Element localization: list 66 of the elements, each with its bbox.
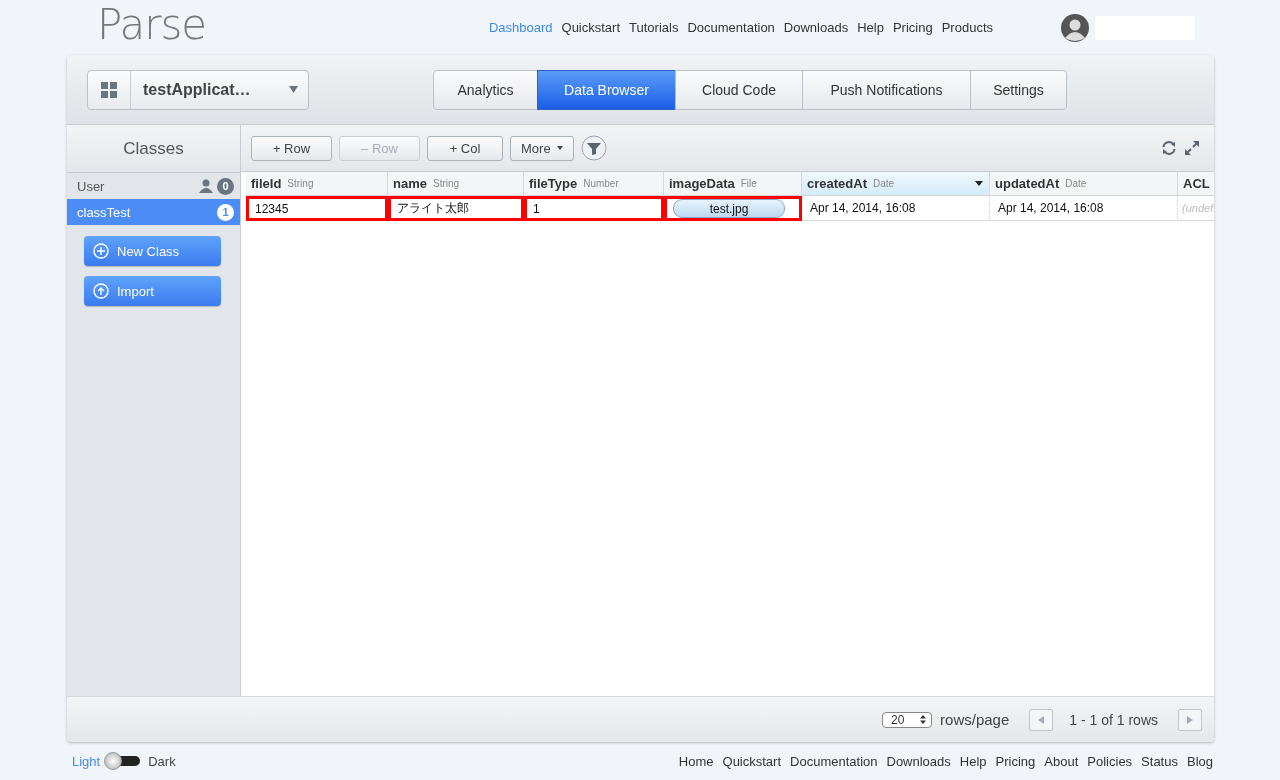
footer-link[interactable]: Downloads bbox=[886, 753, 951, 769]
plus-circle-icon bbox=[93, 243, 109, 259]
table-cell: 1 bbox=[524, 196, 664, 221]
tab[interactable]: Push Notifications bbox=[802, 69, 971, 110]
tab[interactable]: Data Browser bbox=[537, 69, 676, 110]
row-range: 1 - 1 of 1 rows bbox=[1069, 711, 1158, 728]
caret-icon bbox=[289, 86, 298, 93]
class-item[interactable]: User 0 bbox=[67, 173, 240, 199]
count-badge: 0 bbox=[217, 177, 234, 195]
refresh-icon[interactable] bbox=[1161, 140, 1177, 156]
column-header[interactable]: fileId String bbox=[246, 172, 388, 196]
left-triangle-icon bbox=[1038, 715, 1045, 724]
tab[interactable]: Analytics bbox=[433, 69, 538, 110]
nav-link[interactable]: Help bbox=[857, 20, 884, 35]
class-name: User bbox=[77, 178, 105, 194]
footer-link[interactable]: Home bbox=[678, 753, 714, 769]
theme-switch[interactable] bbox=[104, 752, 141, 770]
file-link[interactable]: test.jpg bbox=[673, 199, 785, 218]
table-cell: アライト太郎 bbox=[388, 196, 524, 221]
theme-option[interactable]: Dark bbox=[148, 753, 176, 769]
right-triangle-icon bbox=[1187, 715, 1193, 724]
table-cell: 12345 bbox=[246, 196, 388, 221]
expand-icon[interactable] bbox=[1184, 140, 1200, 156]
toolbar-button[interactable]: + Row bbox=[251, 135, 332, 161]
footer-link[interactable]: Help bbox=[959, 753, 987, 769]
classes-heading: Classes bbox=[67, 125, 240, 173]
nav-link[interactable]: Tutorials bbox=[629, 20, 679, 35]
toolbar-button[interactable]: More bbox=[510, 135, 574, 161]
table-cell: (undef bbox=[1178, 196, 1214, 221]
nav-link[interactable]: Downloads bbox=[783, 20, 849, 35]
column-header[interactable]: imageData File bbox=[664, 172, 802, 196]
nav-link[interactable]: Pricing bbox=[892, 20, 933, 35]
footer-link[interactable]: About bbox=[1044, 753, 1079, 769]
nav-link[interactable]: Quickstart bbox=[561, 20, 621, 35]
caret-icon bbox=[556, 146, 563, 150]
parse-logo[interactable]: Parse bbox=[97, 3, 207, 46]
tab[interactable]: Settings bbox=[970, 69, 1067, 110]
table-cell: Apr 14, 2014, 16:08 bbox=[802, 196, 990, 221]
footer-link[interactable]: Quickstart bbox=[722, 753, 782, 769]
updown-icon bbox=[920, 715, 927, 724]
column-header[interactable]: fileType Number bbox=[524, 172, 664, 196]
column-header[interactable]: ACL bbox=[1178, 172, 1214, 196]
footer-link[interactable]: Blog bbox=[1186, 753, 1213, 769]
nav-link[interactable]: Products bbox=[941, 20, 993, 35]
nav-link[interactable]: Documentation bbox=[687, 20, 775, 35]
column-header[interactable]: updatedAt Date bbox=[990, 172, 1178, 196]
avatar-icon[interactable] bbox=[1061, 13, 1089, 42]
footer-link[interactable]: Policies bbox=[1087, 753, 1133, 769]
rows-per-page-label: rows/page bbox=[940, 711, 1010, 728]
person-icon bbox=[199, 179, 213, 193]
grid-icon bbox=[101, 81, 117, 98]
tab[interactable]: Cloud Code bbox=[675, 69, 803, 110]
app-selector[interactable]: testApplicat… bbox=[87, 69, 309, 110]
footer-link[interactable]: Documentation bbox=[790, 753, 878, 769]
footer-link[interactable]: Pricing bbox=[995, 753, 1036, 769]
toolbar-button[interactable]: + Col bbox=[427, 135, 503, 161]
class-name: classTest bbox=[77, 204, 131, 220]
column-header[interactable]: createdAt Date bbox=[802, 172, 990, 196]
count-badge: 1 bbox=[217, 203, 234, 221]
table-cell: Apr 14, 2014, 16:08 bbox=[990, 196, 1178, 221]
sort-caret-icon bbox=[975, 181, 983, 186]
footer-link[interactable]: Status bbox=[1141, 753, 1178, 769]
page-size-select[interactable]: 20 bbox=[882, 711, 933, 728]
upload-circle-icon bbox=[93, 283, 109, 299]
filter-icon[interactable] bbox=[580, 135, 607, 161]
column-header[interactable]: name String bbox=[388, 172, 524, 196]
